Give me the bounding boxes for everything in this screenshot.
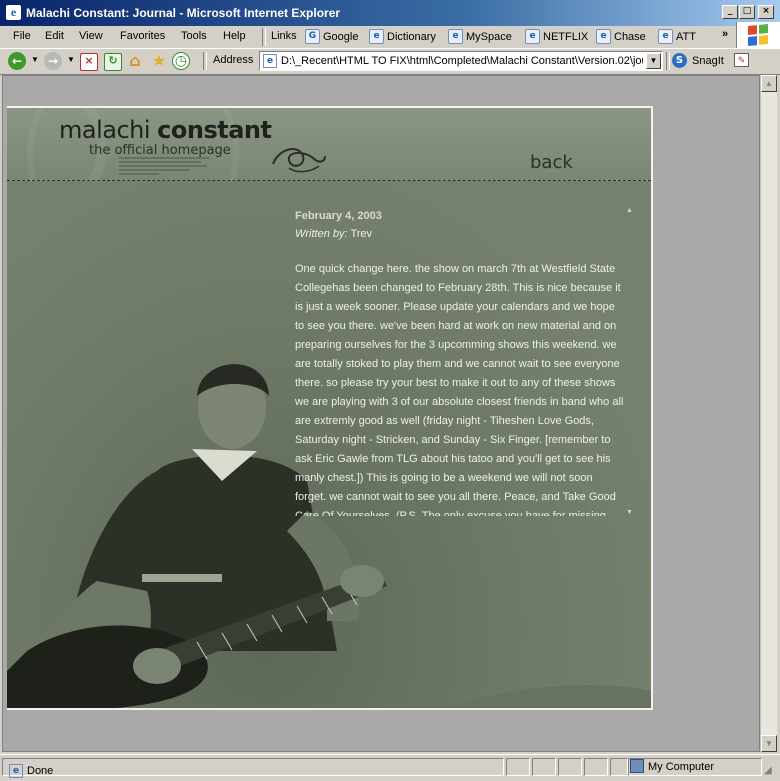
link-netflix-label: NETFLIX — [543, 31, 589, 43]
windows-logo — [736, 22, 780, 48]
back-dropdown-icon[interactable]: ▼ — [31, 55, 39, 64]
link-att-label: ATT — [676, 31, 696, 43]
menu-favorites[interactable]: Favorites — [120, 30, 165, 42]
refresh-icon[interactable]: ↻ — [104, 53, 122, 71]
entry-author-line: Written by: Trev — [295, 228, 625, 240]
status-text: Done — [27, 765, 54, 777]
browser-viewport: malachi constant the official homepage b… — [2, 75, 760, 752]
toolbar: ← ▼ → ▼ × ↻ ⌂ ★ ◷ Address e D:\_Recent\H… — [0, 49, 780, 75]
menu-bar: File Edit View Favorites Tools Help Link… — [0, 26, 780, 49]
entry-body: One quick change here. the show on march… — [295, 263, 624, 516]
forward-dropdown-icon[interactable]: ▼ — [67, 55, 75, 64]
snagit-capture-icon[interactable]: ✎ — [734, 53, 749, 67]
link-netflix[interactable]: e NETFLIX — [525, 28, 588, 46]
link-chase[interactable]: e Chase — [596, 28, 646, 46]
link-dictionary-label: Dictionary — [387, 31, 436, 43]
ie-page-icon: e — [658, 29, 673, 44]
favorites-star-icon[interactable]: ★ — [150, 52, 168, 70]
decorative-fine-print — [119, 156, 229, 177]
link-att[interactable]: e ATT — [658, 28, 696, 46]
entry-author: Trev — [350, 228, 373, 240]
status-main-cell: e Done — [2, 758, 504, 778]
link-dictionary[interactable]: e Dictionary — [369, 28, 436, 46]
ie-page-icon: e — [448, 29, 463, 44]
toolbar-separator — [203, 52, 207, 70]
menu-file[interactable]: File — [13, 30, 31, 42]
link-myspace[interactable]: e MySpace — [448, 28, 512, 46]
window-title: Malachi Constant: Journal - Microsoft In… — [26, 6, 341, 20]
site-header: malachi constant the official homepage b… — [7, 108, 651, 260]
link-chase-label: Chase — [614, 31, 646, 43]
menu-view[interactable]: View — [79, 30, 103, 42]
resize-grip-icon[interactable]: ◢ — [764, 765, 772, 776]
window-title-bar[interactable]: e Malachi Constant: Journal - Microsoft … — [0, 0, 780, 26]
menu-help[interactable]: Help — [223, 30, 246, 42]
ie-page-icon: e — [525, 29, 540, 44]
site-panel: malachi constant the official homepage b… — [7, 106, 653, 710]
my-computer-icon — [630, 759, 644, 773]
link-google[interactable]: G Google — [305, 28, 358, 46]
security-zone: My Computer — [648, 761, 715, 773]
snagit-button[interactable]: S SnagIt — [672, 52, 724, 70]
status-cell — [506, 758, 530, 776]
scroll-down-arrow-icon[interactable]: ▼ — [626, 509, 633, 516]
status-cell — [584, 758, 608, 776]
scroll-up-arrow-icon[interactable]: ▲ — [626, 207, 633, 214]
snagit-icon: S — [672, 53, 687, 68]
status-cell — [532, 758, 556, 776]
address-label: Address — [213, 54, 254, 66]
snagit-label: SnagIt — [692, 55, 724, 67]
link-google-label: Google — [323, 31, 359, 43]
page-icon: e — [263, 54, 277, 68]
status-cell — [610, 758, 628, 776]
address-bar[interactable]: e D:\_Recent\HTML TO FIX\html\Completed\… — [259, 51, 663, 71]
entry-date: February 4, 2003 — [295, 210, 382, 222]
fine-print-lines — [119, 157, 209, 175]
menu-edit[interactable]: Edit — [45, 30, 64, 42]
home-icon[interactable]: ⌂ — [126, 52, 144, 70]
address-dropdown-icon[interactable]: ▼ — [646, 53, 661, 69]
links-more-chevron-icon[interactable]: » — [722, 28, 728, 40]
toolbar-separator — [666, 52, 670, 70]
ie-page-icon: e — [369, 29, 384, 44]
address-input[interactable]: D:\_Recent\HTML TO FIX\html\Completed\Ma… — [281, 55, 643, 67]
ie-page-icon: e — [596, 29, 611, 44]
links-label[interactable]: Links — [271, 30, 297, 42]
stop-icon[interactable]: × — [80, 53, 98, 71]
page-done-icon: e — [9, 764, 23, 778]
history-icon[interactable]: ◷ — [172, 52, 190, 70]
back-link[interactable]: back — [530, 152, 573, 173]
ie-icon[interactable]: e — [6, 5, 21, 20]
logo-text-bold: constant — [157, 116, 272, 144]
status-cell — [558, 758, 582, 776]
link-myspace-label: MySpace — [466, 31, 512, 43]
scroll-up-button[interactable]: ▲ — [761, 75, 777, 92]
written-by-label: Written by: — [295, 228, 348, 240]
logo-text-light: malachi — [59, 116, 158, 144]
menu-separator — [262, 28, 266, 46]
swirl-ornament-icon — [272, 148, 326, 173]
journal-entry: February 4, 2003 Written by: Trev One qu… — [295, 210, 625, 516]
close-button[interactable]: × — [758, 5, 774, 19]
maximize-button[interactable]: □ — [739, 5, 755, 19]
menu-tools[interactable]: Tools — [181, 30, 207, 42]
site-logo[interactable]: malachi constant — [59, 116, 272, 144]
google-icon: G — [305, 29, 320, 44]
vertical-scrollbar[interactable]: ▲ ▼ — [760, 75, 777, 752]
forward-arrow-icon[interactable]: → — [44, 52, 62, 70]
back-arrow-icon[interactable]: ← — [8, 52, 26, 70]
status-bar: e Done My Computer ◢ — [0, 754, 780, 781]
minimize-button[interactable]: _ — [722, 5, 738, 19]
windows-flag-icon — [748, 23, 768, 47]
scroll-down-button[interactable]: ▼ — [761, 735, 777, 752]
